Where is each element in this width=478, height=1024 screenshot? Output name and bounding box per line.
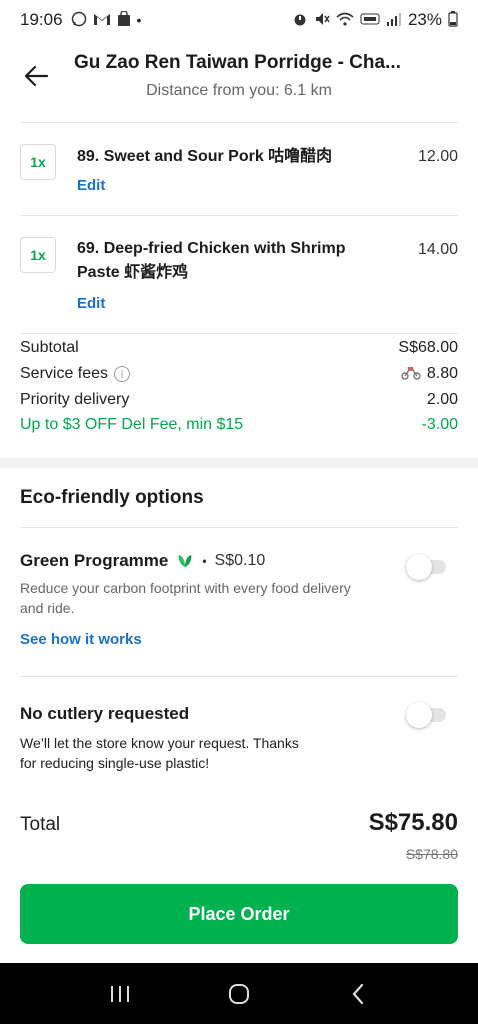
green-programme-title: Green Programme • S$0.10 xyxy=(20,551,265,571)
shopping-bag-icon xyxy=(117,9,131,30)
system-back-button[interactable] xyxy=(338,974,378,1014)
eco-section-title: Eco-friendly options xyxy=(20,487,204,508)
battery-percent: 23% xyxy=(407,10,442,29)
status-right: 23% xyxy=(292,10,458,30)
subtotal-label: Subtotal xyxy=(20,339,79,356)
service-fee-row: Service fees i 8.80 xyxy=(20,362,458,386)
divider xyxy=(20,333,458,334)
green-programme-price: S$0.10 xyxy=(214,552,266,569)
green-programme-description: Reduce your carbon footprint with every … xyxy=(20,580,351,616)
recent-apps-button[interactable] xyxy=(100,974,140,1014)
service-fee-label: Service fees xyxy=(20,365,109,382)
separator-dot: • xyxy=(202,554,207,568)
no-cutlery-description: We’ll let the store know your request. T… xyxy=(20,735,299,771)
home-button[interactable] xyxy=(219,974,259,1014)
see-how-it-works-link[interactable]: See how it works xyxy=(20,631,142,648)
original-total: S$78.80 xyxy=(405,846,458,862)
wifi-icon xyxy=(336,12,354,29)
restaurant-title: Gu Zao Ren Taiwan Porridge - Cha... xyxy=(74,52,401,73)
status-time: 19:06 xyxy=(20,10,63,29)
divider xyxy=(20,676,458,677)
recent-apps-icon xyxy=(110,985,129,1002)
dot-icon: • xyxy=(136,12,142,28)
system-nav-bar xyxy=(0,963,478,1024)
status-bar: 19:06 • 23% xyxy=(0,0,478,40)
scooter-icon xyxy=(401,366,421,383)
item-name: 89. Sweet and Sour Pork 咕噜醋肉 xyxy=(77,148,333,165)
item-name: 69. Deep-fried Chicken with Shrimp Paste… xyxy=(77,240,346,281)
priority-delivery-value: 2.00 xyxy=(426,391,458,408)
promo-label: Up to $3 OFF Del Fee, min $15 xyxy=(20,416,244,433)
chevron-left-icon xyxy=(352,983,364,1004)
no-cutlery-label: No cutlery requested xyxy=(20,704,190,723)
cart-item: 1x 89. Sweet and Sour Pork 咕噜醋肉 12.00 Ed… xyxy=(0,122,478,214)
divider xyxy=(20,527,458,528)
notification-icons: • xyxy=(71,9,142,30)
mute-icon xyxy=(314,11,330,30)
section-separator xyxy=(0,458,478,468)
whatsapp-icon xyxy=(71,11,87,30)
battery-icon xyxy=(448,10,458,30)
signal-icon xyxy=(386,12,402,29)
service-fee-value-group: 8.80 xyxy=(401,365,458,383)
service-fee-value: 8.80 xyxy=(426,365,458,382)
subtotal-value: S$68.00 xyxy=(398,339,458,356)
total-label: Total xyxy=(20,814,61,835)
subtotal-row: Subtotal S$68.00 xyxy=(20,336,458,360)
alarm-icon xyxy=(292,11,308,30)
leaf-icon xyxy=(179,554,192,568)
quantity-selector[interactable]: 1x xyxy=(20,237,56,273)
quantity-selector[interactable]: 1x xyxy=(20,144,56,180)
toggle-knob xyxy=(406,554,432,580)
green-programme-toggle[interactable] xyxy=(406,554,446,580)
no-cutlery-title: No cutlery requested xyxy=(20,704,189,724)
promo-row: Up to $3 OFF Del Fee, min $15 -3.00 xyxy=(20,413,458,437)
item-price: 12.00 xyxy=(417,148,458,165)
green-programme-label: Green Programme xyxy=(20,551,169,570)
item-price: 14.00 xyxy=(417,241,458,258)
lte-icon xyxy=(360,12,380,29)
priority-delivery-row: Priority delivery 2.00 xyxy=(20,388,458,412)
priority-delivery-label: Priority delivery xyxy=(20,391,130,408)
home-icon xyxy=(228,983,249,1004)
gmail-icon xyxy=(93,12,111,29)
no-cutlery-toggle[interactable] xyxy=(406,702,446,728)
total-value: S$75.80 xyxy=(368,809,458,836)
distance-subtitle: Distance from you: 6.1 km xyxy=(146,82,332,99)
toggle-knob xyxy=(406,702,432,728)
cart-item: 1x 69. Deep-fried Chicken with Shrimp Pa… xyxy=(0,215,478,333)
promo-value: -3.00 xyxy=(421,416,458,433)
edit-item-button[interactable]: Edit xyxy=(77,295,105,312)
info-icon[interactable]: i xyxy=(114,366,131,382)
place-order-button[interactable]: Place Order xyxy=(20,884,458,944)
header: Gu Zao Ren Taiwan Porridge - Cha... Dist… xyxy=(0,40,478,120)
edit-item-button[interactable]: Edit xyxy=(77,177,105,194)
